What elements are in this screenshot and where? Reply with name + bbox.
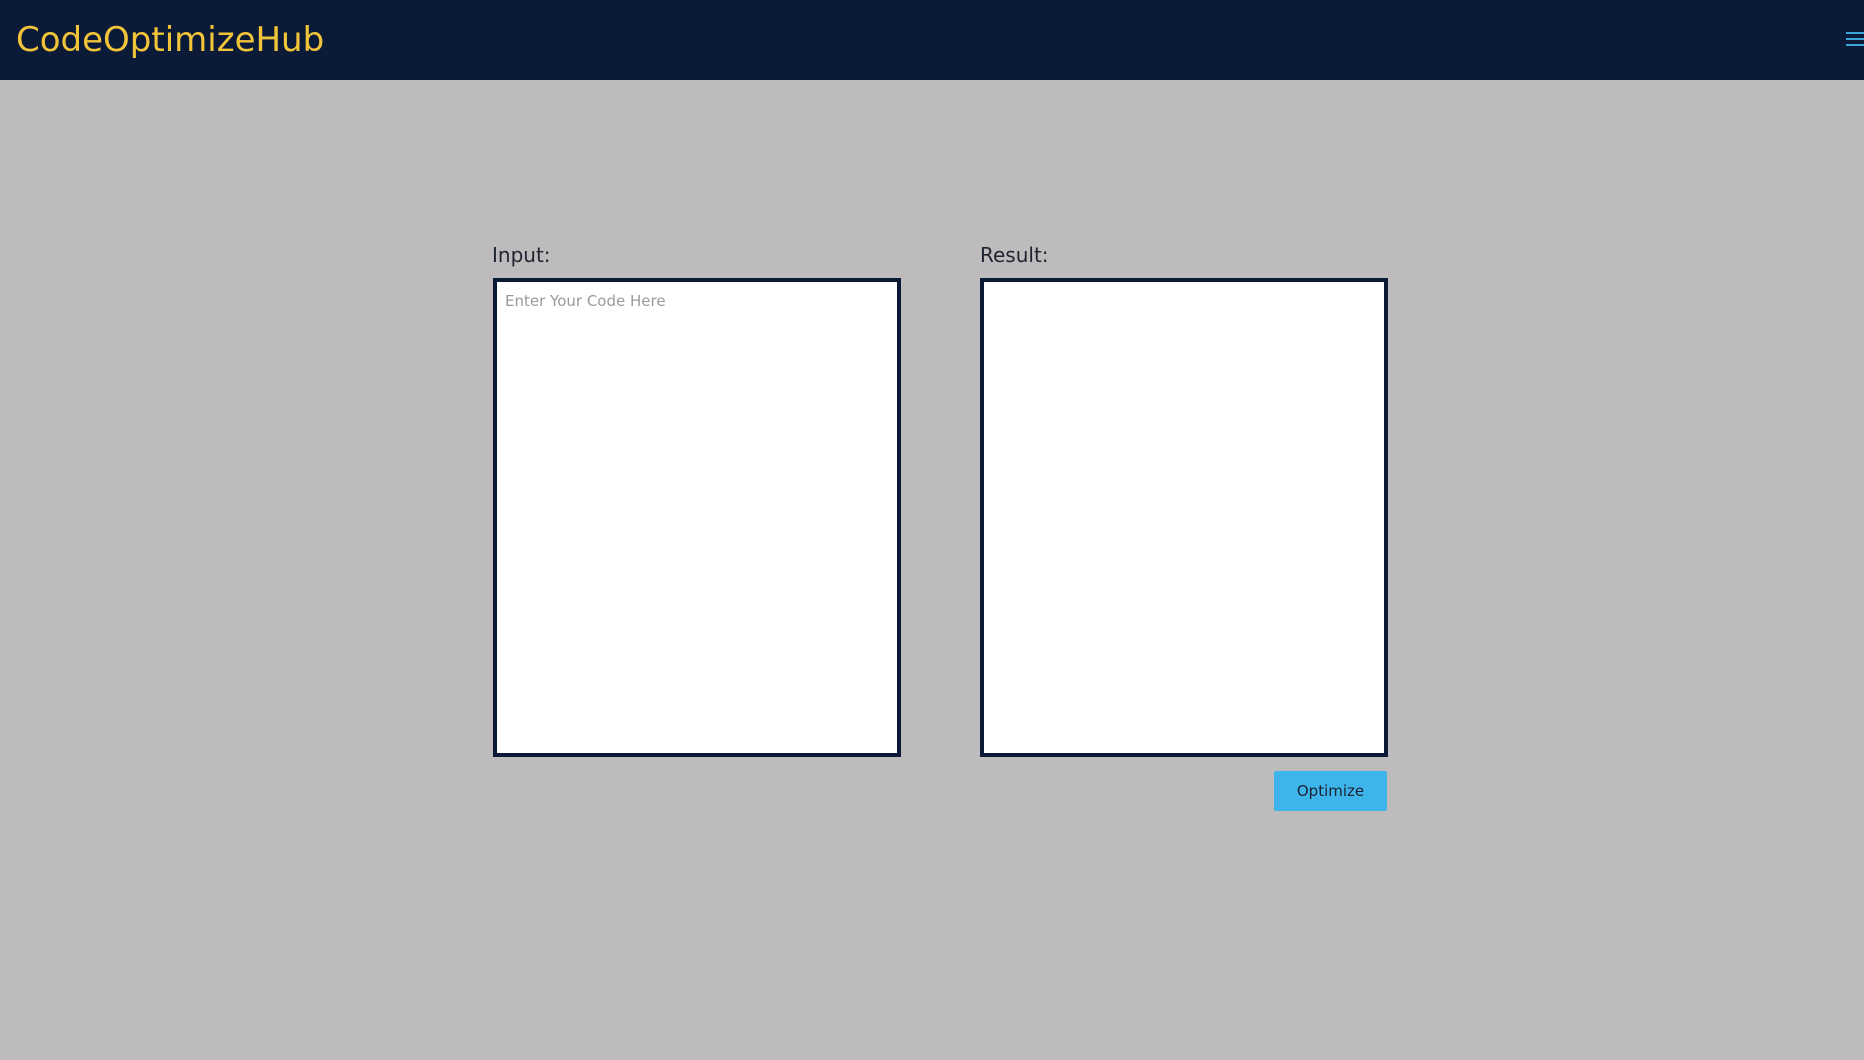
optimize-button[interactable]: Optimize (1274, 771, 1387, 811)
hamburger-menu-icon[interactable] (1846, 31, 1864, 49)
result-label: Result: (980, 243, 1049, 267)
input-label: Input: (492, 243, 551, 267)
code-input-field[interactable] (493, 278, 901, 757)
brand-logo-text[interactable]: CodeOptimizeHub (16, 19, 324, 61)
result-output-field[interactable] (980, 278, 1388, 757)
hamburger-line (1846, 44, 1864, 46)
top-navbar: CodeOptimizeHub (0, 0, 1864, 80)
hamburger-line (1846, 32, 1864, 34)
hamburger-line (1846, 38, 1864, 40)
